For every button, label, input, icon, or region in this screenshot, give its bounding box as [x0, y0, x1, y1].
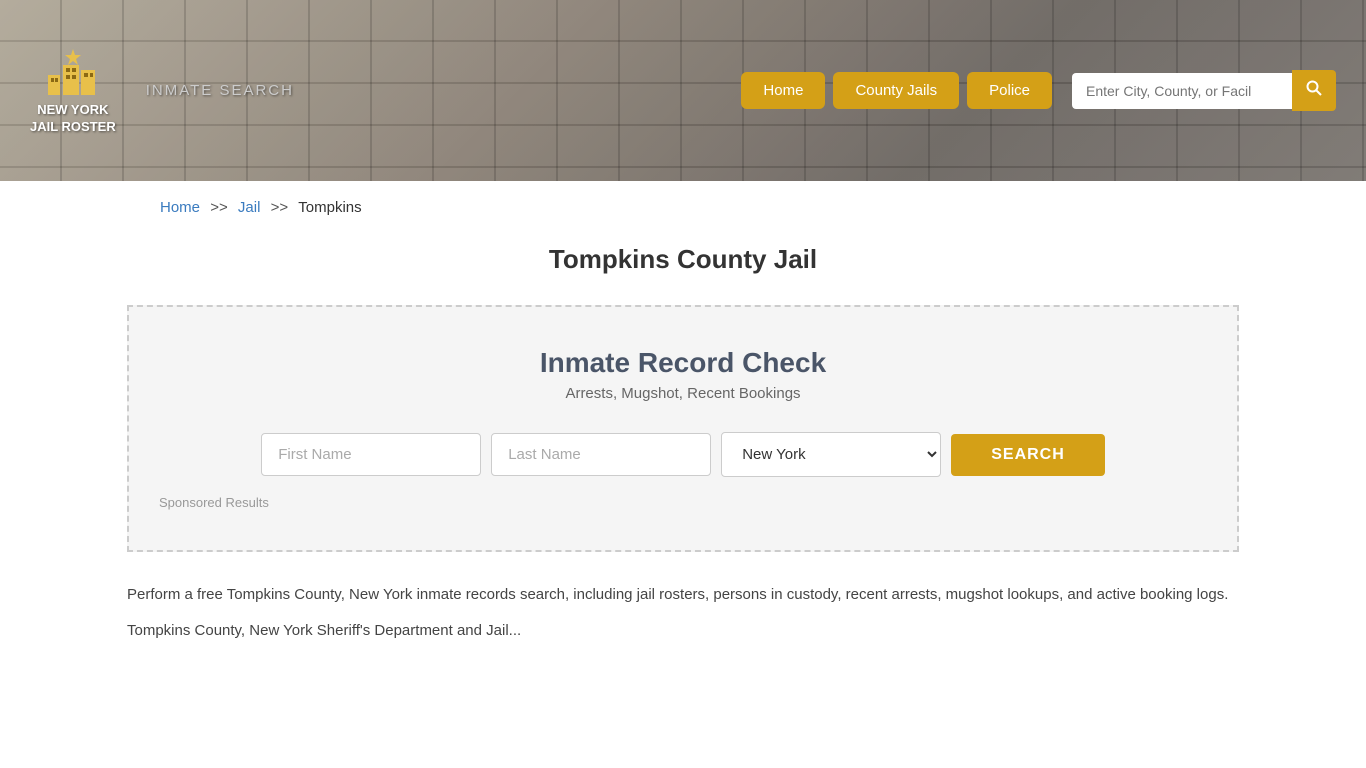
search-icon	[1306, 80, 1322, 96]
description-para-2: Tompkins County, New York Sheriff's Depa…	[127, 618, 1239, 644]
page-title: Tompkins County Jail	[0, 244, 1366, 275]
breadcrumb-sep-2: >>	[271, 199, 289, 216]
breadcrumb-jail[interactable]: Jail	[238, 199, 261, 216]
record-check-title: Inmate Record Check	[159, 347, 1207, 379]
logo-text: NEW YORK JAIL ROSTER	[30, 102, 116, 136]
breadcrumb: Home >> Jail >> Tompkins	[0, 181, 1366, 234]
header-content: NEW YORK JAIL ROSTER INMATE SEARCH Home …	[0, 0, 1366, 181]
state-select[interactable]: AlabamaAlaskaArizonaArkansasCaliforniaCo…	[721, 432, 941, 477]
inmate-search-label: INMATE SEARCH	[146, 82, 294, 99]
breadcrumb-current: Tompkins	[298, 199, 361, 216]
breadcrumb-sep-1: >>	[210, 199, 228, 216]
header-search-input[interactable]	[1072, 73, 1292, 109]
nav-area: Home County Jails Police	[741, 72, 1052, 109]
nav-county-jails-button[interactable]: County Jails	[833, 72, 959, 109]
last-name-input[interactable]	[491, 433, 711, 476]
record-check-form: AlabamaAlaskaArizonaArkansasCaliforniaCo…	[159, 432, 1207, 477]
logo-area: NEW YORK JAIL ROSTER	[30, 45, 116, 136]
logo-svg	[43, 45, 103, 100]
breadcrumb-home[interactable]: Home	[160, 199, 200, 216]
header: NEW YORK JAIL ROSTER INMATE SEARCH Home …	[0, 0, 1366, 181]
first-name-input[interactable]	[261, 433, 481, 476]
description-para-1: Perform a free Tompkins County, New York…	[127, 582, 1239, 608]
header-search-area	[1072, 70, 1336, 111]
sponsored-results: Sponsored Results	[159, 495, 1207, 510]
record-check-subtitle: Arrests, Mugshot, Recent Bookings	[159, 385, 1207, 402]
nav-police-button[interactable]: Police	[967, 72, 1052, 109]
search-button[interactable]: SEARCH	[951, 434, 1105, 476]
logo-icon	[43, 45, 103, 100]
header-search-button[interactable]	[1292, 70, 1336, 111]
nav-home-button[interactable]: Home	[741, 72, 825, 109]
description-area: Perform a free Tompkins County, New York…	[127, 582, 1239, 643]
record-check-box: Inmate Record Check Arrests, Mugshot, Re…	[127, 305, 1239, 552]
